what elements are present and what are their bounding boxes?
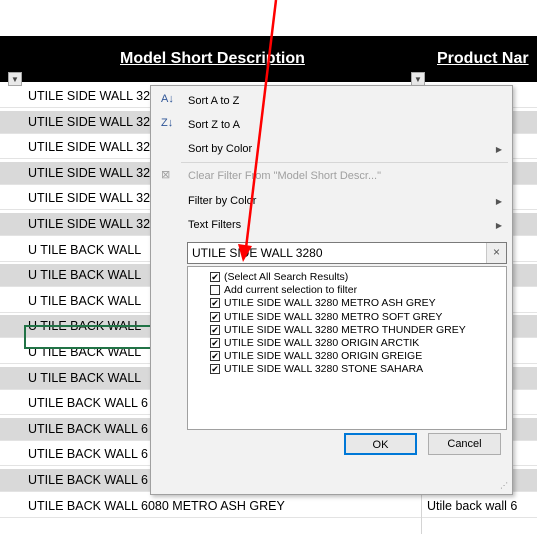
checkbox-checked-icon[interactable]: ✔	[210, 351, 220, 362]
menu-item-text-filters[interactable]: Text Filters	[188, 219, 241, 231]
filter-dropdown-icon[interactable]: ▼	[411, 72, 425, 86]
cancel-button[interactable]: Cancel	[428, 433, 501, 455]
filter-list-item-label: (Select All Search Results)	[224, 271, 349, 283]
menu-item-sort-by-color[interactable]: Sort by Color	[188, 143, 252, 155]
cell-model-short-description[interactable]: UTILE BACK WALL 6	[28, 447, 148, 461]
cell-model-short-description[interactable]: UTILE BACK WALL 6	[28, 396, 148, 410]
filter-list-item-label: UTILE SIDE WALL 3280 METRO SOFT GREY	[224, 310, 443, 323]
filter-list-item[interactable]: ✔ UTILE SIDE WALL 3280 METRO SOFT GREY	[210, 311, 442, 323]
filter-list-item[interactable]: ✔ (Select All Search Results)	[210, 271, 348, 283]
cell-model-short-description[interactable]: UTILE SIDE WALL 32	[28, 217, 150, 231]
cell-model-short-description[interactable]: UTILE BACK WALL 6	[28, 422, 148, 436]
clear-search-icon[interactable]: ×	[486, 243, 506, 263]
checkbox-unchecked-icon[interactable]	[210, 285, 220, 296]
cell-model-short-description[interactable]: UTILE BACK WALL 6080 METRO ASH GREY	[28, 499, 285, 513]
filter-list-item-label: UTILE SIDE WALL 3280 ORIGIN ARCTIK	[224, 337, 420, 349]
checkbox-checked-icon[interactable]: ✔	[210, 272, 220, 282]
menu-separator	[181, 162, 508, 163]
filter-list-item[interactable]: ✔ UTILE SIDE WALL 3280 ORIGIN ARCTIK	[210, 337, 419, 349]
column-header-product-name[interactable]: Product Nar	[437, 50, 529, 68]
menu-item-sort-a-to-z[interactable]: Sort A to Z	[188, 95, 239, 107]
cell-model-short-description[interactable]: UTILE SIDE WALL 32	[28, 115, 150, 129]
cell-model-short-description[interactable]: U TILE BACK WALL	[28, 294, 141, 308]
clear-filter-icon: ⊠	[161, 169, 171, 181]
cell-model-short-description[interactable]: U TILE BACK WALL	[28, 371, 141, 385]
checkbox-checked-icon[interactable]: ✔	[210, 324, 220, 335]
checkbox-checked-icon[interactable]: ✔	[210, 338, 220, 348]
cell-model-short-description[interactable]: UTILE BACK WALL 6	[28, 473, 148, 487]
filter-list-item[interactable]: ✔ UTILE SIDE WALL 3280 METRO THUNDER GREY	[210, 324, 466, 336]
cell-model-short-description[interactable]: UTILE SIDE WALL 32	[28, 140, 150, 154]
checkbox-checked-icon[interactable]: ✔	[210, 311, 220, 322]
cell-model-short-description[interactable]: U TILE BACK WALL	[28, 268, 141, 282]
filter-values-list[interactable]: ✔ (Select All Search Results) Add current …	[187, 266, 507, 430]
menu-item-sort-z-to-a[interactable]: Sort Z to A	[188, 119, 240, 131]
cell-product-name[interactable]: Utile back wall 6	[427, 499, 517, 513]
ok-button[interactable]: OK	[344, 433, 417, 455]
submenu-arrow-icon: ▶	[495, 145, 502, 154]
resize-grip-icon[interactable]: ⋰	[500, 481, 508, 490]
filter-list-item-label: UTILE SIDE WALL 3280 METRO ASH GREY	[224, 297, 436, 310]
checkbox-checked-icon[interactable]: ✔	[210, 298, 220, 309]
filter-list-item[interactable]: ✔ UTILE SIDE WALL 3280 ORIGIN GREIGE	[210, 350, 422, 362]
menu-item-filter-by-color[interactable]: Filter by Color	[188, 195, 256, 207]
cell-model-short-description[interactable]: UTILE SIDE WALL 32	[28, 166, 150, 180]
cell-model-short-description[interactable]: UTILE SIDE WALL 32	[28, 89, 150, 103]
filter-list-item[interactable]: Add current selection to filter	[210, 284, 357, 296]
sort-ascending-icon: A↓	[161, 93, 174, 105]
submenu-arrow-icon: ▶	[495, 197, 502, 206]
cell-model-short-description[interactable]: U TILE BACK WALL	[28, 243, 141, 257]
checkbox-checked-icon[interactable]: ✔	[210, 364, 220, 375]
table-row[interactable]: UTILE BACK WALL 6080 METRO ASH GREY Utile…	[0, 495, 537, 518]
filter-list-item-label: UTILE SIDE WALL 3280 METRO THUNDER GREY	[224, 323, 466, 336]
cell-model-short-description[interactable]: UTILE SIDE WALL 32	[28, 191, 150, 205]
filter-list-item[interactable]: ✔ UTILE SIDE WALL 3280 METRO ASH GREY	[210, 297, 436, 309]
filter-dropdown-icon[interactable]: ▼	[8, 72, 22, 86]
filter-list-item-label: UTILE SIDE WALL 3280 STONE SAHARA	[224, 363, 424, 376]
menu-item-clear-filter: Clear Filter From "Model Short Descr..."	[188, 170, 382, 182]
column-header-model-short-description[interactable]: Model Short Description	[120, 50, 305, 68]
filter-list-item-label: UTILE SIDE WALL 3280 ORIGIN GREIGE	[224, 350, 423, 363]
filter-list-item-label: Add current selection to filter	[224, 284, 358, 297]
search-field[interactable]: ×	[187, 242, 507, 264]
autofilter-menu: A↓ Sort A to Z Z↓ Sort Z to A Sort by Co…	[150, 85, 513, 495]
sort-descending-icon: Z↓	[161, 117, 174, 129]
filter-list-item[interactable]: ✔ UTILE SIDE WALL 3280 STONE SAHARA	[210, 363, 423, 375]
search-input[interactable]	[192, 246, 482, 260]
submenu-arrow-icon: ▶	[495, 221, 502, 230]
